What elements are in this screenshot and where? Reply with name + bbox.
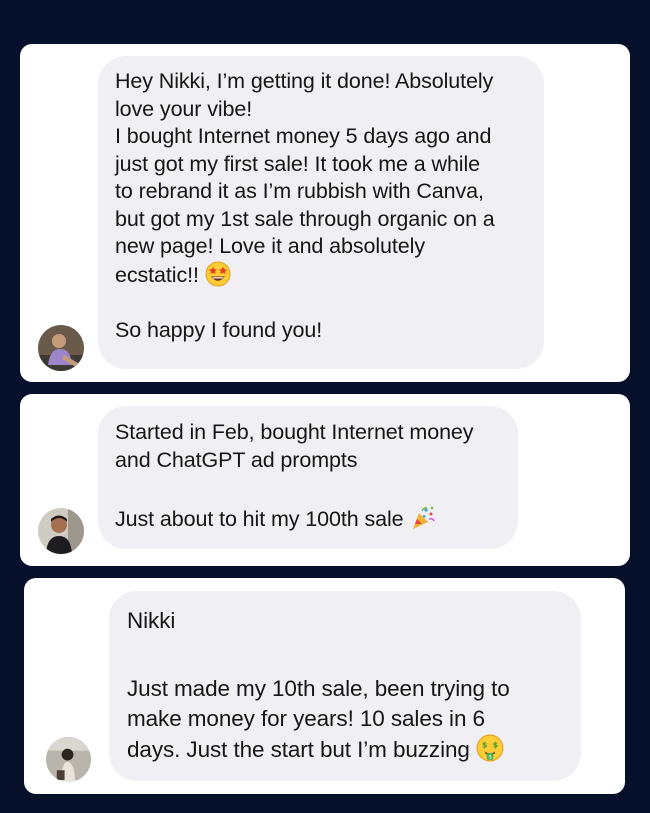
avatar[interactable] [38,508,84,554]
message-line: So happy I found you! [115,317,323,342]
message-text: Just about to hit my 100th sale [115,507,404,531]
testimonial-card-2: Started in Feb, bought Internet money an… [20,394,630,566]
message-line: Just about to hit my 100th sale [115,505,518,534]
message-text: ecstatic!! [115,262,199,287]
avatar[interactable] [38,325,84,371]
message-bubble: Started in Feb, bought Internet money an… [98,406,518,549]
message-line: just got my first sale! It took me a whi… [115,151,481,176]
message-line: Started in Feb, bought Internet money [115,420,474,444]
message-line: Just made my 10th sale, been trying to [127,676,510,701]
message-line: to rebrand it as I’m rubbish with Canva, [115,179,484,203]
message-title: Nikki [127,608,176,633]
message-text: days. Just the start but I’m buzzing [127,737,470,762]
message-bubble: Nikki Just made my 10th sale, been tryin… [109,591,581,781]
svg-text:$: $ [482,740,488,749]
message-line: but got my 1st sale through organic on a [115,206,495,231]
message-line: Hey Nikki, I’m getting it done! Absolute… [115,69,494,93]
testimonial-card-3: Nikki Just made my 10th sale, been tryin… [24,578,625,794]
message-line: I bought Internet money 5 days ago and [115,124,492,148]
message-line: days. Just the start but I’m buzzing $ $… [127,734,581,765]
money-mouth-emoji-icon: $ $ $ [476,734,504,762]
svg-text:$: $ [492,740,498,749]
message-line: ecstatic!! [115,261,544,290]
avatar[interactable] [46,737,91,782]
star-struck-emoji-icon [205,261,231,287]
party-popper-emoji-icon [410,505,436,531]
message-line: love your vibe! [115,96,253,121]
message-line: new page! Love it and absolutely [115,234,425,258]
testimonial-card-1: Hey Nikki, I’m getting it done! Absolute… [20,44,630,382]
message-bubble: Hey Nikki, I’m getting it done! Absolute… [98,56,544,369]
message-line: make money for years! 10 sales in 6 [127,706,485,731]
message-line: and ChatGPT ad prompts [115,447,358,472]
svg-text:$: $ [488,755,491,761]
